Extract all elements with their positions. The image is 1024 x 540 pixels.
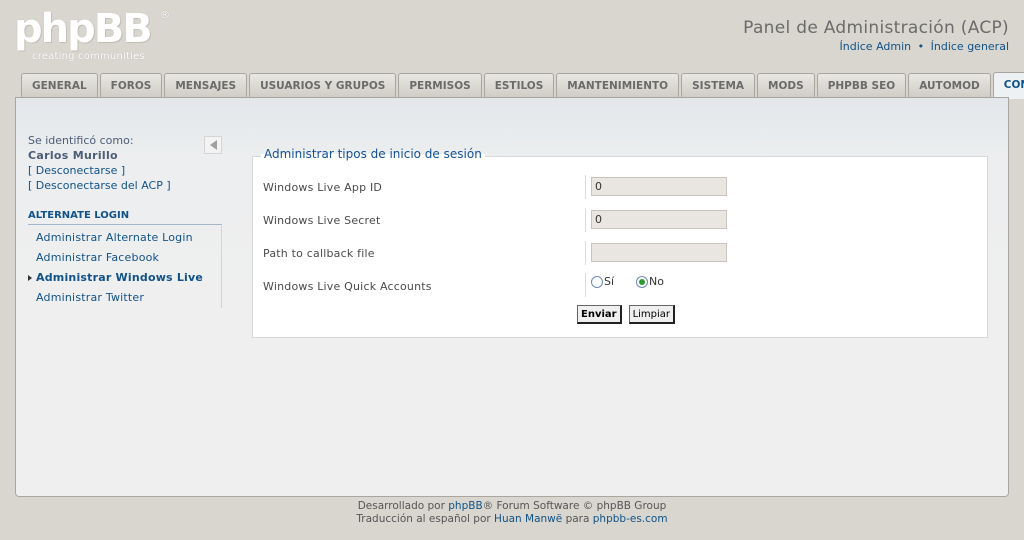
bullet-separator: •: [917, 40, 925, 53]
username: Carlos Murillo: [28, 149, 118, 162]
callback-input[interactable]: [591, 243, 727, 262]
field-row-secret: Windows Live Secret 0: [263, 208, 979, 232]
tab-general[interactable]: GENERAL: [21, 73, 98, 98]
translator-link[interactable]: Huan Manwë: [494, 513, 562, 525]
field-row-callback: Path to callback file: [263, 241, 979, 265]
sidebar-item-windows-live[interactable]: Administrar Windows Live: [28, 268, 222, 288]
general-index-link[interactable]: Índice general: [931, 40, 1009, 53]
form-buttons: Enviar Limpiar: [577, 305, 676, 324]
footer-translation: Traducción al español por: [356, 513, 495, 525]
tab-phpbb-seo[interactable]: PHPBB SEO: [816, 73, 907, 98]
main-panel: Se identificó como: Carlos Murillo [ Des…: [15, 97, 1009, 497]
user-identity: Se identificó como: Carlos Murillo [ Des…: [28, 134, 222, 192]
header-links: Índice Admin • Índice general: [743, 40, 1010, 53]
fieldset-legend: Administrar tipos de inicio de sesión: [261, 147, 485, 161]
app-id-input[interactable]: 0: [591, 177, 727, 196]
footer-powered-by: Desarrollado por: [357, 500, 449, 512]
tab-automod[interactable]: AUTOMOD: [908, 73, 991, 98]
submit-button[interactable]: Enviar: [577, 305, 622, 324]
menu-heading: ALTERNATE LOGIN: [28, 210, 222, 225]
logout-link[interactable]: [ Desconectarse ]: [28, 164, 222, 177]
quick-accounts-radio-group: Sí No: [591, 275, 686, 288]
sidebar-item-facebook[interactable]: Administrar Facebook: [28, 248, 222, 268]
tab-mantenimiento[interactable]: MANTENIMIENTO: [556, 73, 680, 98]
sidebar-divider: [221, 226, 222, 308]
footer-for: para: [562, 513, 593, 525]
phpbb-es-link[interactable]: phpbb-es.com: [593, 513, 668, 525]
logout-acp-link[interactable]: [ Desconectarse del ACP ]: [28, 179, 222, 192]
sidebar-item-alternate-login[interactable]: Administrar Alternate Login: [28, 228, 222, 248]
login-types-fieldset: Administrar tipos de inicio de sesión Wi…: [252, 147, 988, 338]
secret-input[interactable]: 0: [591, 210, 727, 229]
field-row-quick-accounts: Windows Live Quick Accounts Sí No: [263, 273, 979, 297]
row-divider: [585, 175, 586, 199]
app-id-label: Windows Live App ID: [263, 181, 383, 194]
row-divider: [585, 273, 586, 297]
page-title: Panel de Administración (ACP): [743, 18, 1009, 38]
reset-button[interactable]: Limpiar: [628, 305, 676, 324]
callback-label: Path to callback file: [263, 247, 375, 260]
tab-mods[interactable]: MODS: [757, 73, 815, 98]
radio-no[interactable]: [636, 275, 649, 288]
footer-line-1: Desarrollado por phpBB® Forum Software ©…: [0, 500, 1024, 513]
logo-word: phpBB: [14, 6, 153, 52]
sidebar-item-twitter[interactable]: Administrar Twitter: [28, 288, 222, 308]
row-divider: [585, 208, 586, 232]
arrow-left-icon: [209, 140, 217, 150]
radio-si[interactable]: [591, 275, 603, 288]
phpbb-link[interactable]: phpBB: [448, 500, 482, 512]
footer-copyright: ® Forum Software © phpBB Group: [482, 500, 667, 512]
tab-mensajes[interactable]: MENSAJES: [164, 73, 248, 98]
field-row-app-id: Windows Live App ID 0: [263, 175, 979, 199]
sidebar-menu: Administrar Alternate Login Administrar …: [28, 228, 222, 308]
tab-sistema[interactable]: SISTEMA: [681, 73, 756, 98]
logo-registered: ®: [160, 10, 170, 21]
tab-permisos[interactable]: PERMISOS: [398, 73, 482, 98]
footer-line-2: Traducción al español por Huan Manwë par…: [0, 513, 1024, 526]
logo-tagline: creating communities: [32, 51, 145, 62]
tab-consof[interactable]: CONSOF: [992, 72, 1024, 99]
tab-usuarios-y-grupos[interactable]: USUARIOS Y GRUPOS: [249, 73, 397, 98]
collapse-menu-button[interactable]: [204, 136, 222, 154]
radio-si-label[interactable]: Sí: [604, 275, 614, 288]
identified-as-label: Se identificó como:: [28, 134, 134, 147]
tab-estilos[interactable]: ESTILOS: [483, 73, 555, 98]
footer: Desarrollado por phpBB® Forum Software ©…: [0, 500, 1024, 526]
admin-index-link[interactable]: Índice Admin: [840, 40, 912, 53]
row-divider: [585, 241, 586, 265]
main-tabs: GENERAL FOROS MENSAJES USUARIOS Y GRUPOS…: [21, 72, 1024, 99]
quick-accounts-label: Windows Live Quick Accounts: [263, 280, 432, 293]
header-right: Panel de Administración (ACP) Índice Adm…: [743, 18, 1009, 53]
radio-no-label[interactable]: No: [649, 275, 664, 288]
secret-label: Windows Live Secret: [263, 214, 381, 227]
phpbb-logo[interactable]: phpBB ® creating communities: [14, 6, 174, 62]
tab-foros[interactable]: FOROS: [99, 73, 163, 98]
